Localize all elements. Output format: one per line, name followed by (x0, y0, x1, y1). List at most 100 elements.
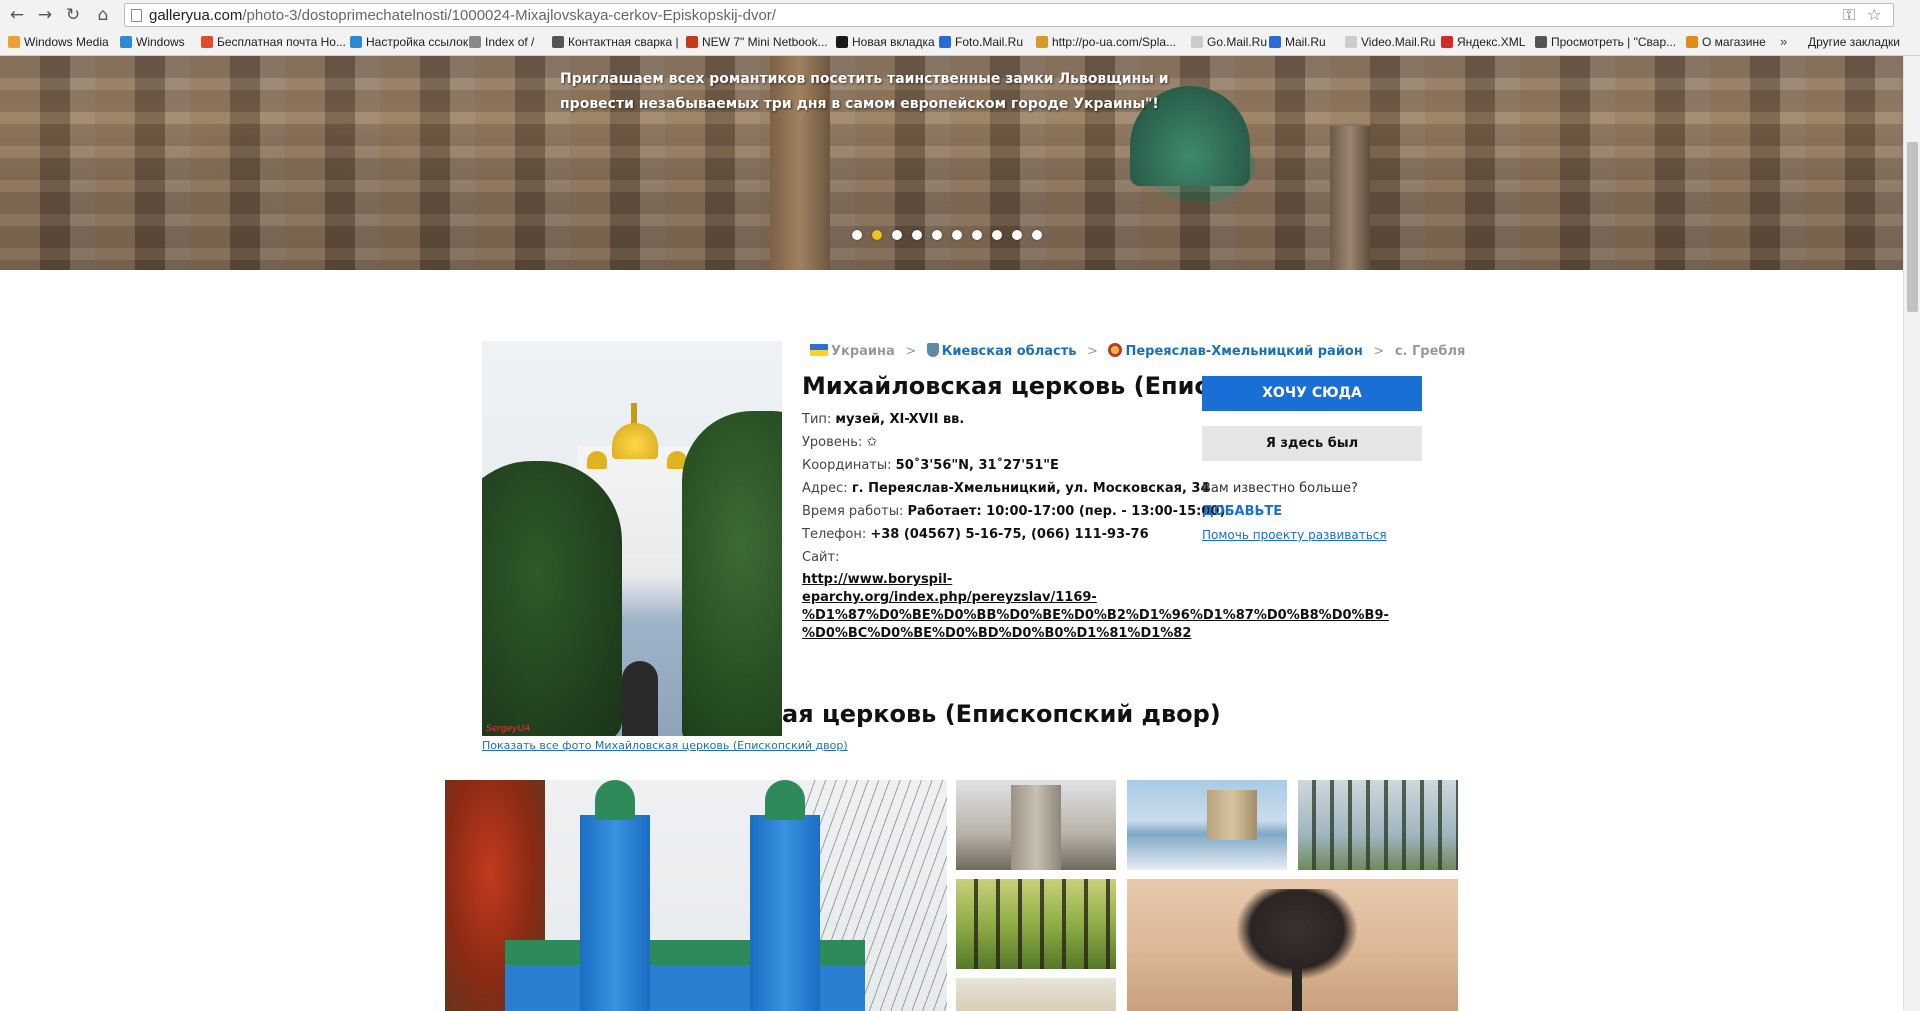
church-door-shape (622, 661, 658, 736)
site-link-line[interactable]: eparchy.org/index.php/pereyzslav/1169- (802, 589, 1389, 607)
site-link-line[interactable]: %D0%BC%D0%BE%D0%BD%D0%B0%D1%81%D1%82 (802, 625, 1389, 643)
bookmark-favicon-icon (836, 36, 848, 48)
scrollbar-thumb[interactable] (1907, 142, 1918, 312)
bookmark-item[interactable]: Контактная сварка | (552, 35, 679, 49)
other-bookmarks-folder[interactable]: Другие закладки (1808, 35, 1900, 49)
bookmark-favicon-icon (469, 36, 481, 48)
bookmark-item[interactable]: Video.Mail.Ru (1345, 35, 1435, 49)
bookmark-label: Windows Media (24, 35, 109, 49)
gallery-photo[interactable] (445, 780, 947, 1011)
bookmark-favicon-icon (686, 36, 698, 48)
bookmark-item[interactable]: Просмотреть | "Свар... (1535, 35, 1676, 49)
bookmark-item[interactable]: http://po-ua.com/Spla... (1036, 35, 1176, 49)
back-icon[interactable]: ← (6, 4, 28, 26)
bookmarks-more-button[interactable]: » (1780, 34, 1787, 49)
slider-dot[interactable] (892, 230, 902, 240)
bookmark-item[interactable]: Яндекс.XML (1441, 35, 1525, 49)
bookmark-favicon-icon (1345, 36, 1357, 48)
bookmark-item[interactable]: О магазине (1686, 35, 1766, 49)
bookmark-item[interactable]: Foto.Mail.Ru (939, 35, 1023, 49)
bookmark-item[interactable]: Windows (120, 35, 185, 49)
gallery-photo[interactable] (1127, 780, 1287, 870)
gallery-section-title: ая церковь (Епископский двор) (782, 700, 1221, 728)
breadcrumb-district[interactable]: Переяслав-Хмельницкий район (1108, 343, 1363, 359)
slider-dot[interactable] (992, 230, 1002, 240)
gallery-photo[interactable] (956, 780, 1116, 870)
church-roof-shape (765, 780, 805, 820)
gallery-photo[interactable] (956, 879, 1116, 969)
bookmark-label: Новая вкладка (852, 35, 935, 49)
breadcrumb-separator: > (905, 344, 917, 359)
slider-dot[interactable] (972, 230, 982, 240)
slider-dot[interactable] (852, 230, 862, 240)
bookmark-label: Windows (136, 35, 185, 49)
slider-dot[interactable] (912, 230, 922, 240)
cross-shape (631, 403, 637, 425)
bookmark-item[interactable]: Index of / (469, 35, 534, 49)
coat-of-arms-icon (926, 343, 939, 357)
site-link-line[interactable]: %D1%87%D0%BE%D0%BB%D0%BE%D0%B2%D1%96%D1%… (802, 607, 1389, 625)
slider-dot[interactable] (1032, 230, 1042, 240)
key-icon[interactable]: ⚿ (1843, 5, 1855, 25)
slider-dot[interactable] (932, 230, 942, 240)
been-here-button[interactable]: Я здесь был (1202, 426, 1422, 461)
bookmark-label: Mail.Ru (1285, 35, 1326, 49)
forest-shape (956, 879, 1116, 969)
want-to-go-button[interactable]: ХОЧУ СЮДА (1202, 376, 1422, 411)
bookmark-label: Go.Mail.Ru (1207, 35, 1268, 49)
bookmark-label: Контактная сварка | (568, 35, 679, 49)
bookmark-item[interactable]: Новая вкладка (836, 35, 935, 49)
breadcrumb-country[interactable]: Украина (810, 344, 895, 359)
bookmark-favicon-icon (8, 36, 20, 48)
know-more-text: Вам известно больше? (1202, 481, 1358, 496)
breadcrumb-village[interactable]: с. Гребля (1395, 344, 1466, 359)
church-roof-shape (595, 780, 635, 820)
forward-icon[interactable]: → (34, 4, 56, 26)
reload-icon[interactable]: ↻ (62, 4, 84, 26)
star-icon[interactable]: ☆ (1867, 5, 1881, 24)
ukraine-flag-icon (810, 344, 828, 356)
breadcrumb-separator: > (1373, 344, 1385, 359)
hero-banner[interactable]: Приглашаем всех романтиков посетить таин… (0, 56, 1903, 270)
bookmark-favicon-icon (1269, 36, 1281, 48)
bookmark-favicon-icon (552, 36, 564, 48)
bookmark-label: Video.Mail.Ru (1361, 35, 1436, 49)
church-tower-shape (750, 815, 820, 1011)
breadcrumb-region[interactable]: Киевская область (926, 343, 1076, 359)
main-photo[interactable]: SergeyUA (482, 341, 782, 736)
gallery-photo[interactable] (956, 978, 1116, 1011)
bookmark-item[interactable]: Windows Media (8, 35, 109, 49)
site-link-line[interactable]: http://www.boryspil- (802, 571, 1389, 589)
bookmark-favicon-icon (939, 36, 951, 48)
church-tower-shape (580, 815, 650, 1011)
url-text[interactable]: galleryua.com/photo-3/dostoprimechatelno… (149, 7, 776, 24)
bookmark-item[interactable]: Go.Mail.Ru (1191, 35, 1267, 49)
slider-dot[interactable] (1012, 230, 1022, 240)
add-info-link[interactable]: ДОБАВЬТЕ (1202, 504, 1282, 519)
page-icon (131, 9, 142, 22)
show-all-photos-link[interactable]: Показать все фото Михайловская церковь (… (482, 739, 848, 752)
bookmark-label: NEW 7" Mini Netbook... (702, 35, 828, 49)
star-icon: ✩ (866, 435, 878, 450)
bookmark-label: Index of / (485, 35, 535, 49)
bookmark-label: Настройка ссылок (366, 35, 469, 49)
home-icon[interactable]: ⌂ (92, 4, 114, 26)
bookmark-label: Бесплатная почта Но... (217, 35, 346, 49)
site-link[interactable]: http://www.boryspil-eparchy.org/index.ph… (802, 571, 1389, 643)
help-project-link[interactable]: Помочь проекту развиваться (1202, 528, 1387, 542)
bookmark-item[interactable]: Настройка ссылок (350, 35, 468, 49)
bookmark-favicon-icon (1036, 36, 1048, 48)
slider-dot[interactable] (872, 230, 882, 240)
bookmark-label: http://po-ua.com/Spla... (1052, 35, 1177, 49)
bookmark-item[interactable]: Бесплатная почта Но... (201, 35, 346, 49)
bookmark-item[interactable]: Mail.Ru (1269, 35, 1326, 49)
gallery-photo[interactable] (1127, 879, 1458, 1011)
slider-dot[interactable] (952, 230, 962, 240)
address-bar[interactable]: galleryua.com/photo-3/dostoprimechatelno… (124, 3, 1894, 27)
info-hours: Время работы: Работает: 10:00-17:00 (пер… (802, 504, 1226, 519)
bookmark-item[interactable]: NEW 7" Mini Netbook... (686, 35, 828, 49)
gallery-photo[interactable] (1298, 780, 1458, 870)
bookmark-favicon-icon (1441, 36, 1453, 48)
bookmark-favicon-icon (1191, 36, 1203, 48)
page-scrollbar[interactable] (1903, 56, 1920, 1011)
